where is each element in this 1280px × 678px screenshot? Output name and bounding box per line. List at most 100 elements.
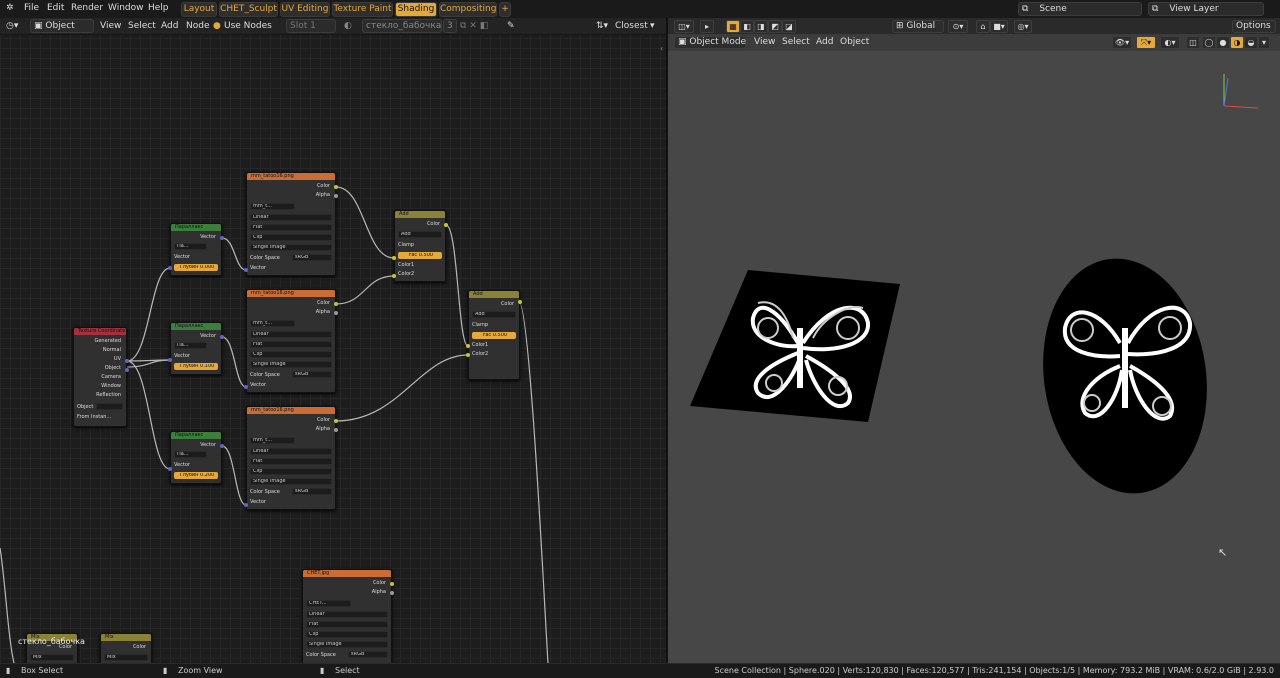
node-image-texture-2[interactable]: mm_tatoo16.png Color Alpha mm_t... Linea… — [246, 289, 336, 393]
node-parallax-1[interactable]: Параллакс Vector Па... Vector Глубин 0.0… — [170, 223, 222, 276]
tab-compositing[interactable]: Compositing — [439, 2, 497, 17]
colorspace-dropdown[interactable]: sRGB — [292, 254, 332, 261]
node-mix-2[interactable]: Mix Color Mix — [100, 633, 152, 663]
socket-par2-in[interactable] — [168, 358, 172, 362]
socket-par2-out[interactable] — [220, 335, 224, 339]
socket-tex1-alpha[interactable] — [334, 194, 338, 198]
socket-add1-color2[interactable] — [392, 274, 396, 278]
colorspace-dropdown[interactable]: sRGB — [348, 651, 388, 658]
node-image-texture-chet[interactable]: CHET.jpg Color Alpha CHET... Linear Flat… — [302, 569, 392, 663]
depth-field[interactable]: Глубин 0.200 — [174, 472, 218, 479]
extension-dropdown[interactable]: Clip — [306, 631, 388, 638]
menu-help[interactable]: Help — [148, 3, 169, 13]
rendered-shading-icon[interactable]: ◒ — [1244, 36, 1258, 49]
depth-field[interactable]: Глубин 0.000 — [174, 264, 218, 271]
blend-mode-dropdown[interactable]: Add — [472, 311, 516, 318]
source-dropdown[interactable]: Single Image — [250, 361, 332, 368]
sidebar-toggle-icon[interactable]: ‹ — [660, 44, 663, 53]
butterfly-plane-object[interactable] — [688, 268, 928, 438]
menu-add[interactable]: Add — [816, 37, 833, 47]
3d-viewport[interactable]: ◫▾ ▸ ▦ ◧ ◨ ◩ ◪ ⊞ Global ⊙▾ ⌂ ■▾ ◎▾ Optio… — [668, 18, 1280, 663]
group-name-field[interactable]: Па... — [174, 451, 207, 458]
from-instancer-checkbox[interactable]: From Instan... — [77, 414, 123, 420]
interpolation-dropdown[interactable]: Linear — [250, 331, 332, 338]
menu-view[interactable]: View — [754, 37, 775, 47]
select-extend-icon[interactable]: ◧ — [740, 20, 754, 33]
node-texture-coordinate[interactable]: Texture Coordinate Generated Normal UV O… — [73, 327, 127, 427]
gizmo-icon[interactable]: ⤧▾ — [1136, 36, 1156, 49]
socket-add1-color1[interactable] — [392, 256, 396, 260]
extension-dropdown[interactable]: Clip — [250, 351, 332, 358]
socket-add1-out[interactable] — [444, 223, 448, 227]
socket-tex3-alpha[interactable] — [334, 428, 338, 432]
menu-file[interactable]: File — [24, 3, 39, 13]
transform-orientation-dropdown[interactable]: ⊞ Global — [892, 20, 944, 33]
xray-icon[interactable]: ◫ — [1186, 36, 1200, 49]
socket-tex2-vector[interactable] — [244, 385, 248, 389]
socket-tex1-color[interactable] — [334, 185, 338, 189]
tab-chet-sculpt[interactable]: CHET_Sculpt — [219, 2, 278, 17]
fac-field[interactable]: Fac 0.500 — [472, 332, 516, 339]
interpolation-dropdown[interactable]: Linear — [250, 448, 332, 455]
menu-window[interactable]: Window — [108, 3, 144, 13]
butterfly-sphere-object[interactable] — [1040, 258, 1210, 498]
pivot-point-icon[interactable]: ⊙▾ — [948, 20, 968, 33]
node-image-texture-3[interactable]: mm_tatoo16.png Color Alpha mm_t... Linea… — [246, 406, 336, 510]
node-mix-add-2[interactable]: Add Color Add Clamp Fac 0.500 Color1 Col… — [468, 290, 520, 380]
node-image-texture-1[interactable]: mm_tatoo16.png Color Alpha mm_t... Linea… — [246, 172, 336, 276]
snap-target-icon[interactable]: ■▾ — [990, 20, 1008, 33]
snap-icon[interactable]: ⌂ — [976, 20, 990, 33]
socket-tex2-color[interactable] — [334, 302, 338, 306]
select-subtract-icon[interactable]: ◨ — [754, 20, 768, 33]
socket-chet-color[interactable] — [390, 582, 394, 586]
tab-uv-editing[interactable]: UV Editing — [280, 2, 330, 17]
view-layer-selector[interactable]: ⧉ View Layer — [1148, 2, 1264, 16]
image-name-field[interactable]: CHET... — [306, 600, 351, 607]
socket-par1-out[interactable] — [220, 236, 224, 240]
node-parallax-2[interactable]: Параллакс Vector Па... Vector Глубин 0.1… — [170, 322, 222, 375]
colorspace-dropdown[interactable]: sRGB — [292, 488, 332, 495]
object-mode-dropdown[interactable]: ▣ Object Mode — [674, 36, 746, 49]
extension-dropdown[interactable]: Clip — [250, 234, 332, 241]
source-dropdown[interactable]: Single Image — [250, 244, 332, 251]
group-name-field[interactable]: Па... — [174, 243, 207, 250]
node-mix-add-1[interactable]: Add Color Add Clamp Fac 0.500 Color1 Col… — [394, 210, 446, 282]
fac-field[interactable]: Fac 0.500 — [398, 252, 442, 259]
proportional-editing-icon[interactable]: ◎▾ — [1014, 20, 1032, 33]
menu-render[interactable]: Render — [71, 3, 103, 13]
shading-options-icon[interactable]: ▾ — [1258, 36, 1270, 49]
select-box-icon[interactable]: ▦ — [726, 20, 740, 33]
projection-dropdown[interactable]: Flat — [250, 224, 332, 231]
blend-mode-dropdown[interactable]: Mix — [30, 654, 74, 661]
image-name-field[interactable]: mm_t... — [250, 203, 295, 210]
socket-par3-out[interactable] — [220, 444, 224, 448]
colorspace-dropdown[interactable]: sRGB — [292, 371, 332, 378]
select-cursor-icon[interactable]: ▸ — [700, 20, 714, 33]
menu-edit[interactable]: Edit — [47, 3, 64, 13]
select-invert-icon[interactable]: ◩ — [768, 20, 782, 33]
overlays-icon[interactable]: ◐▾ — [1160, 36, 1180, 49]
material-preview-icon[interactable]: ◑ — [1230, 36, 1244, 49]
node-editor[interactable]: ◷▾ ▣ Object View Select Add Node ● Use N… — [0, 18, 666, 663]
socket-tex3-vector[interactable] — [244, 503, 248, 507]
depth-field[interactable]: Глубин 0.100 — [174, 363, 218, 370]
options-dropdown[interactable]: Options — [1232, 20, 1276, 33]
node-parallax-3[interactable]: Параллакс Vector Па... Vector Глубин 0.2… — [170, 431, 222, 484]
source-dropdown[interactable]: Single Image — [250, 478, 332, 485]
socket-add2-color2[interactable] — [466, 353, 470, 357]
interpolation-dropdown[interactable]: Linear — [306, 611, 388, 618]
blend-mode-dropdown[interactable]: Add — [398, 231, 442, 238]
clamp-checkbox[interactable]: Clamp — [398, 242, 442, 248]
interpolation-dropdown[interactable]: Linear — [250, 214, 332, 221]
projection-dropdown[interactable]: Flat — [306, 621, 388, 628]
source-dropdown[interactable]: Single Image — [306, 641, 388, 648]
add-workspace-button[interactable]: + — [499, 2, 511, 17]
tab-layout[interactable]: Layout — [181, 2, 217, 17]
editor-type-icon[interactable]: ◫▾ — [674, 20, 694, 33]
socket-chet-alpha[interactable] — [390, 591, 394, 595]
clamp-checkbox[interactable]: Clamp — [472, 322, 516, 328]
menu-select[interactable]: Select — [782, 37, 810, 47]
socket-tex2-alpha[interactable] — [334, 311, 338, 315]
blend-mode-dropdown[interactable]: Mix — [104, 654, 148, 661]
menu-object[interactable]: Object — [840, 37, 869, 47]
